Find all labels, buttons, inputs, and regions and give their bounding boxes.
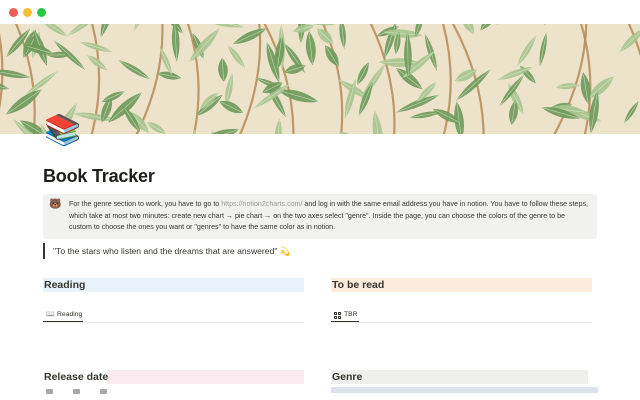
bear-icon[interactable]: 🐻: [49, 199, 61, 211]
cover-image[interactable]: [0, 24, 640, 134]
book-icon: 📖: [46, 311, 55, 318]
tab-tbr[interactable]: TBR: [334, 309, 358, 321]
window-titlebar: [0, 0, 640, 24]
view-tab-icon[interactable]: [73, 389, 80, 394]
close-window-button[interactable]: [9, 8, 18, 17]
tab-tbr-label: TBR: [344, 311, 358, 318]
to-be-read-heading: To be read: [331, 278, 592, 292]
tab-reading[interactable]: 📖 Reading: [46, 309, 82, 321]
page-emoji-icon[interactable]: 📚: [44, 114, 81, 148]
view-tab-icon[interactable]: [100, 389, 107, 394]
genre-callout[interactable]: 🐻 For the genre section to work, you hav…: [43, 194, 597, 239]
tbr-divider: [331, 322, 592, 323]
genre-chart-embed[interactable]: [331, 387, 598, 393]
reading-divider: [43, 322, 304, 323]
release-date-tabs: [46, 389, 107, 394]
view-tab-icon[interactable]: [46, 389, 53, 394]
release-date-heading: Release date: [43, 370, 304, 384]
minimize-window-button[interactable]: [23, 8, 32, 17]
page-title[interactable]: Book Tracker: [43, 166, 155, 187]
zoom-window-button[interactable]: [37, 8, 46, 17]
tab-reading-label: Reading: [57, 311, 83, 318]
genre-heading: Genre: [331, 370, 588, 384]
quote-block[interactable]: "To the stars who listen and the dreams …: [43, 243, 291, 259]
leaf-pattern-cover: [0, 24, 640, 134]
notion2charts-link[interactable]: https://notion2charts.com/: [221, 200, 302, 208]
callout-text-before: For the genre section to work, you have …: [69, 200, 222, 208]
reading-heading: Reading: [43, 278, 304, 292]
gallery-icon: [334, 311, 341, 319]
